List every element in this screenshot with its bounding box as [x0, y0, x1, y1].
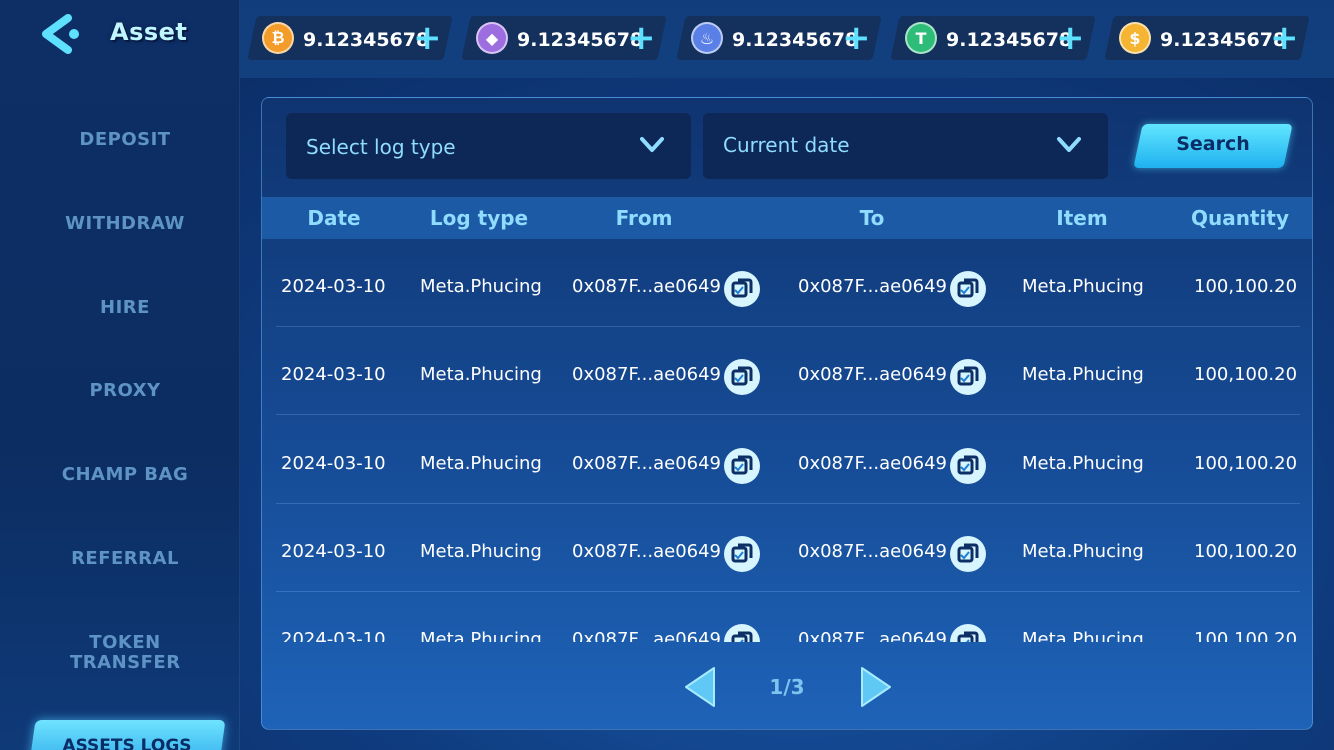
cell-log-type: Meta.Phucing: [420, 276, 542, 297]
bitcoin-icon: ₿: [262, 22, 294, 54]
search-button[interactable]: [1133, 124, 1293, 168]
back-arrow-icon[interactable]: [40, 14, 82, 54]
chevron-down-icon: [1057, 137, 1081, 152]
flame-icon: ♨: [691, 22, 723, 54]
cell-item: Meta.Phucing: [1022, 541, 1144, 562]
table-row: 2024-03-10 Meta.Phucing 0x087F...ae0649 …: [262, 504, 1312, 592]
table-body: 2024-03-10 Meta.Phucing 0x087F...ae0649 …: [262, 239, 1312, 642]
cell-from: 0x087F...ae0649: [572, 629, 722, 642]
copy-icon[interactable]: [724, 271, 760, 307]
sidebar-item-assets-logs-label: ASSETS LOGS: [62, 736, 192, 750]
sidebar-item-deposit[interactable]: DEPOSIT: [0, 130, 250, 150]
add-dollar-button[interactable]: +: [1270, 20, 1299, 56]
sidebar-item-token-transfer[interactable]: TOKEN TRANSFER: [70, 633, 180, 673]
next-page-button[interactable]: [858, 666, 894, 708]
cell-quantity: 100,100.20: [1194, 541, 1298, 562]
sidebar-item-champ-bag[interactable]: CHAMP BAG: [0, 465, 250, 485]
page-indicator: 1/3: [769, 675, 805, 699]
add-flame-button[interactable]: +: [842, 20, 871, 56]
table-row: 2024-03-10 Meta.Phucing 0x087F...ae0649 …: [262, 239, 1312, 327]
chevron-down-icon: [640, 137, 664, 152]
cell-from: 0x087F...ae0649: [572, 453, 722, 474]
copy-icon[interactable]: [724, 359, 760, 395]
copy-icon[interactable]: [724, 624, 760, 642]
cell-date: 2024-03-10: [281, 276, 386, 297]
cell-from: 0x087F...ae0649: [572, 276, 722, 297]
copy-icon[interactable]: [724, 448, 760, 484]
currency-value-bitcoin: 9.12345678: [303, 29, 430, 51]
copy-icon[interactable]: [950, 359, 986, 395]
cell-from: 0x087F...ae0649: [572, 364, 722, 385]
currency-value-ethereum: 9.12345678: [517, 29, 644, 51]
table-row: 2024-03-10 Meta.Phucing 0x087F...ae0649 …: [262, 592, 1312, 642]
copy-icon[interactable]: [950, 624, 986, 642]
copy-icon[interactable]: [724, 536, 760, 572]
cell-to: 0x087F...ae0649: [798, 541, 948, 562]
currency-value-dollar: 9.12345678: [1160, 29, 1287, 51]
cell-item: Meta.Phucing: [1022, 276, 1144, 297]
copy-icon[interactable]: [950, 271, 986, 307]
currency-value-tether: 9.12345678: [946, 29, 1073, 51]
column-header-to: To: [859, 206, 885, 230]
log-type-select-label: Select log type: [306, 135, 456, 159]
page-title: Asset: [110, 18, 188, 46]
cell-date: 2024-03-10: [281, 629, 386, 642]
cell-item: Meta.Phucing: [1022, 364, 1144, 385]
cell-log-type: Meta.Phucing: [420, 541, 542, 562]
column-header-quantity: Quantity: [1191, 206, 1289, 230]
cell-log-type: Meta.Phucing: [420, 453, 542, 474]
cell-log-type: Meta.Phucing: [420, 629, 542, 642]
sidebar: Asset DEPOSIT WITHDRAW HIRE PROXY CHAMP …: [0, 0, 240, 750]
assets-log-panel: Select log type Current date Search Date…: [261, 97, 1313, 730]
cell-to: 0x087F...ae0649: [798, 364, 948, 385]
cell-to: 0x087F...ae0649: [798, 453, 948, 474]
cell-log-type: Meta.Phucing: [420, 364, 542, 385]
copy-icon[interactable]: [950, 536, 986, 572]
table-row: 2024-03-10 Meta.Phucing 0x087F...ae0649 …: [262, 416, 1312, 504]
cell-quantity: 100,100.20: [1194, 453, 1298, 474]
add-ethereum-button[interactable]: +: [627, 20, 656, 56]
ethereum-icon: ◆: [476, 22, 508, 54]
cell-quantity: 100,100.20: [1194, 629, 1298, 642]
add-tether-button[interactable]: +: [1056, 20, 1085, 56]
date-select[interactable]: Current date: [703, 113, 1108, 179]
table-header: Date Log type From To Item Quantity: [262, 197, 1312, 239]
cell-item: Meta.Phucing: [1022, 629, 1144, 642]
copy-icon[interactable]: [950, 448, 986, 484]
row-divider: [276, 414, 1300, 415]
cell-from: 0x087F...ae0649: [572, 541, 722, 562]
cell-quantity: 100,100.20: [1194, 276, 1298, 297]
dollar-coin-icon: $: [1119, 22, 1151, 54]
table-row: 2024-03-10 Meta.Phucing 0x087F...ae0649 …: [262, 327, 1312, 415]
cell-quantity: 100,100.20: [1194, 364, 1298, 385]
log-type-select[interactable]: Select log type: [286, 113, 691, 179]
currency-value-flame: 9.12345678: [732, 29, 859, 51]
sidebar-item-withdraw[interactable]: WITHDRAW: [0, 214, 250, 234]
add-bitcoin-button[interactable]: +: [413, 20, 442, 56]
column-header-item: Item: [1056, 206, 1108, 230]
sidebar-item-hire[interactable]: HIRE: [0, 298, 250, 318]
sidebar-item-referral[interactable]: REFERRAL: [0, 549, 250, 569]
date-select-label: Current date: [723, 133, 850, 157]
cell-date: 2024-03-10: [281, 541, 386, 562]
previous-page-button[interactable]: [682, 666, 718, 708]
column-header-date: Date: [307, 206, 361, 230]
cell-to: 0x087F...ae0649: [798, 276, 948, 297]
cell-date: 2024-03-10: [281, 453, 386, 474]
column-header-from: From: [615, 206, 673, 230]
cell-date: 2024-03-10: [281, 364, 386, 385]
cell-to: 0x087F...ae0649: [798, 629, 948, 642]
column-header-log-type: Log type: [429, 206, 529, 230]
sidebar-item-proxy[interactable]: PROXY: [0, 381, 250, 401]
cell-item: Meta.Phucing: [1022, 453, 1144, 474]
tether-icon: T: [905, 22, 937, 54]
